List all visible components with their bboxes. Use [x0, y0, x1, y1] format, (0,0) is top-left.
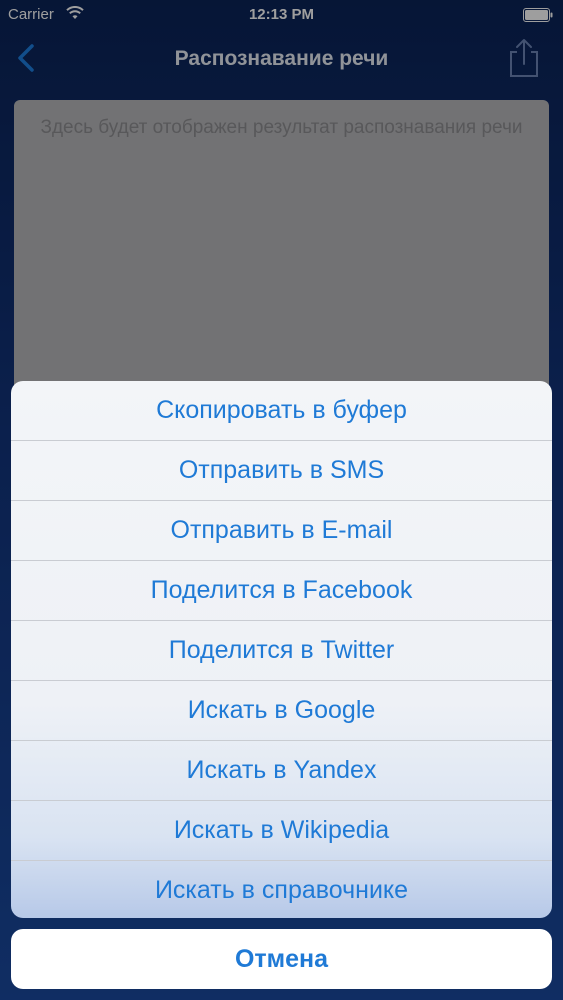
cancel-button[interactable]: Отмена [11, 929, 552, 989]
action-search-yandex[interactable]: Искать в Yandex [11, 741, 552, 801]
action-search-wikipedia[interactable]: Искать в Wikipedia [11, 801, 552, 861]
action-search-google[interactable]: Искать в Google [11, 681, 552, 741]
action-share-facebook[interactable]: Поделится в Facebook [11, 561, 552, 621]
action-copy-to-clipboard[interactable]: Скопировать в буфер [11, 381, 552, 441]
action-search-reference[interactable]: Искать в справочнике [11, 861, 552, 918]
action-send-sms[interactable]: Отправить в SMS [11, 441, 552, 501]
app-screen: Carrier 12:13 PM Распознавание речи Здес… [0, 0, 563, 1000]
action-send-email[interactable]: Отправить в E-mail [11, 501, 552, 561]
action-sheet: Скопировать в буфер Отправить в SMS Отпр… [11, 381, 552, 918]
action-share-twitter[interactable]: Поделится в Twitter [11, 621, 552, 681]
